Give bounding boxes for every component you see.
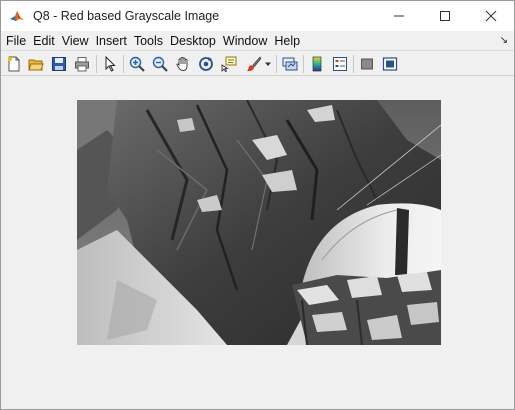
maximize-button[interactable] [422, 1, 468, 31]
figure-window: Q8 - Red based Grayscale Image File Edit… [0, 0, 515, 410]
edit-plot-arrow-icon [105, 56, 116, 72]
grayscale-photo-icon [77, 100, 441, 345]
show-plot-tools-icon [382, 57, 398, 71]
zoom-in-icon [129, 56, 145, 72]
minimize-icon [394, 15, 404, 17]
menu-help[interactable]: Help [270, 34, 303, 48]
hide-plot-tools-button[interactable] [357, 54, 377, 74]
link-plot-icon [282, 57, 298, 71]
rotate-3d-button[interactable] [196, 54, 216, 74]
toolbar-separator [276, 55, 277, 73]
zoom-in-button[interactable] [127, 54, 147, 74]
toolbar-separator [123, 55, 124, 73]
minimize-button[interactable] [376, 1, 422, 31]
insert-legend-icon [333, 57, 347, 71]
zoom-out-icon [152, 56, 168, 72]
pan-button[interactable] [173, 54, 193, 74]
close-button[interactable] [468, 1, 514, 31]
new-figure-button[interactable] [4, 54, 24, 74]
menu-insert[interactable]: Insert [92, 34, 130, 48]
grayscale-image[interactable] [77, 100, 441, 345]
dock-arrow-icon[interactable]: ↘ [500, 35, 508, 46]
data-cursor-icon [221, 56, 237, 72]
hide-plot-tools-icon [361, 58, 373, 70]
show-plot-tools-button[interactable] [380, 54, 400, 74]
menu-edit[interactable]: Edit [29, 34, 58, 48]
insert-legend-button[interactable] [330, 54, 350, 74]
figure-canvas[interactable] [1, 76, 514, 409]
window-title: Q8 - Red based Grayscale Image [33, 9, 220, 23]
menu-file[interactable]: File [1, 34, 29, 48]
toolbar-separator [353, 55, 354, 73]
brush-button[interactable] [244, 54, 264, 74]
open-file-button[interactable] [26, 54, 46, 74]
toolbar-separator [303, 55, 304, 73]
menu-tools[interactable]: Tools [130, 34, 166, 48]
brush-dropdown-button[interactable] [263, 54, 273, 74]
menu-view[interactable]: View [58, 34, 92, 48]
menu-window[interactable]: Window [219, 34, 270, 48]
pan-hand-icon [176, 57, 188, 71]
open-file-icon [28, 59, 44, 71]
save-button[interactable] [49, 54, 69, 74]
insert-colorbar-button[interactable] [307, 54, 327, 74]
brush-dropdown-icon [265, 62, 271, 66]
data-cursor-button[interactable] [219, 54, 239, 74]
close-icon [485, 10, 497, 22]
menu-bar: File Edit View Insert Tools Desktop Wind… [1, 31, 514, 50]
print-icon [75, 57, 89, 72]
brush-icon [247, 56, 262, 72]
save-icon [52, 57, 66, 71]
maximize-icon [440, 11, 450, 21]
insert-colorbar-icon [312, 56, 322, 72]
matlab-logo-icon [9, 8, 25, 24]
rotate-3d-icon [199, 57, 213, 71]
toolbar-separator [96, 55, 97, 73]
figure-toolbar [1, 50, 514, 76]
zoom-out-button[interactable] [150, 54, 170, 74]
link-plot-button[interactable] [280, 54, 300, 74]
edit-plot-button[interactable] [100, 54, 120, 74]
menu-desktop[interactable]: Desktop [166, 34, 219, 48]
new-figure-icon [8, 56, 20, 72]
print-button[interactable] [72, 54, 92, 74]
title-bar[interactable]: Q8 - Red based Grayscale Image [1, 1, 514, 31]
